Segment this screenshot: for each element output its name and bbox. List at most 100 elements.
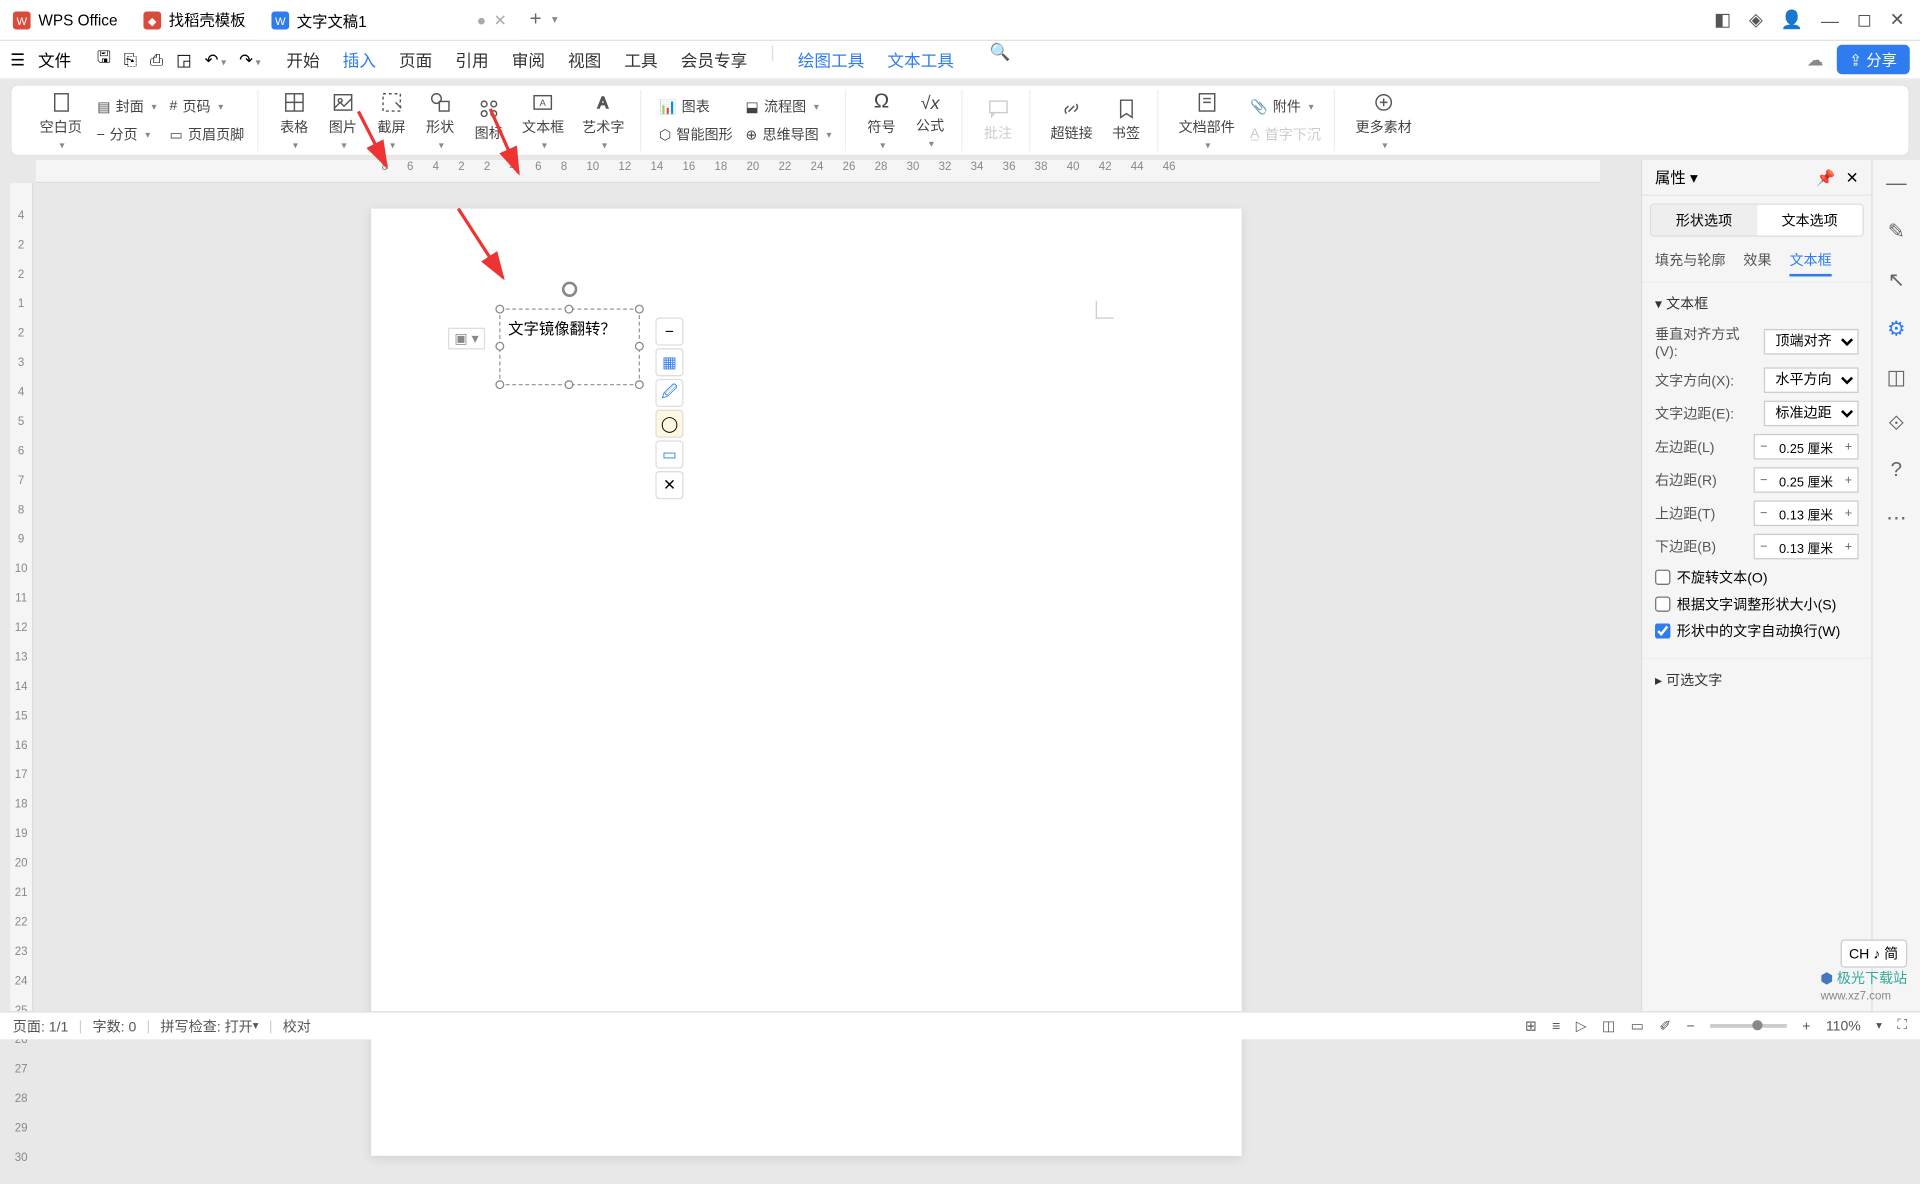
flowchart-button[interactable]: ⬓ 流程图 <box>740 93 836 119</box>
search-icon[interactable]: 🔍 <box>990 42 1011 77</box>
dropcap-button[interactable]: A̲ 首字下沉 <box>1245 122 1326 148</box>
right-margin-spinner[interactable]: −0.25 厘米+ <box>1754 467 1859 493</box>
textbox-button[interactable]: A文本框 <box>514 88 572 153</box>
eyedrop-icon[interactable]: ✐ <box>1659 1018 1671 1035</box>
word-count[interactable]: 字数: 0 <box>93 1016 137 1036</box>
cloud-icon[interactable]: ☁ <box>1807 49 1824 69</box>
table-button[interactable]: 表格 <box>271 88 317 153</box>
norotate-checkbox[interactable] <box>1655 570 1670 585</box>
float-shape-icon[interactable]: ◯ <box>655 410 683 438</box>
resize-handle[interactable] <box>635 305 644 314</box>
file-menu[interactable]: 文件 <box>38 47 71 71</box>
export-icon[interactable]: ⎘ <box>124 49 137 69</box>
chart-button[interactable]: 📊 图表 <box>654 93 738 119</box>
picture-button[interactable]: 图片 <box>320 88 366 153</box>
layout-badge[interactable]: ▣ ▾ <box>448 328 485 350</box>
blank-page-button[interactable]: 空白页 <box>32 88 90 153</box>
tab-menu-icon[interactable]: ▾ <box>552 13 558 27</box>
float-fill-icon[interactable]: ▦ <box>655 348 683 376</box>
comment-button[interactable]: 批注 <box>975 95 1021 146</box>
undo-icon[interactable]: ↶ <box>205 49 227 69</box>
section-textbox-title[interactable]: ▾ 文本框 <box>1655 293 1859 313</box>
top-margin-spinner[interactable]: −0.13 厘米+ <box>1754 500 1859 526</box>
resize-handle[interactable] <box>495 342 504 351</box>
close-panel-icon[interactable]: ✕ <box>1846 168 1859 186</box>
attachment-button[interactable]: 📎 附件 <box>1245 93 1326 119</box>
autofit-checkbox[interactable] <box>1655 596 1670 611</box>
new-tab-button[interactable]: + <box>519 8 551 31</box>
float-link-icon[interactable]: 🖉 <box>655 379 683 407</box>
resize-handle[interactable] <box>564 305 573 314</box>
formula-button[interactable]: √x公式 <box>907 89 953 152</box>
left-margin-spinner[interactable]: −0.25 厘米+ <box>1754 434 1859 460</box>
maximize-icon[interactable]: ◻ <box>1857 9 1872 31</box>
tab-tools[interactable]: 工具 <box>624 42 657 77</box>
more-materials-button[interactable]: 更多素材 <box>1348 88 1420 153</box>
float-minus-icon[interactable]: − <box>655 317 683 345</box>
ruler-icon[interactable]: ⟐ <box>1888 413 1904 436</box>
view-read-icon[interactable]: ▷ <box>1576 1018 1587 1035</box>
bottom-margin-spinner[interactable]: −0.13 厘米+ <box>1754 534 1859 560</box>
icon-button[interactable]: 图标 <box>466 95 512 146</box>
share-button[interactable]: ⇪ 分享 <box>1836 45 1909 74</box>
collapse-icon[interactable]: — <box>1886 173 1906 196</box>
docparts-button[interactable]: 文档部件 <box>1171 88 1243 153</box>
view-outline-icon[interactable]: ≡ <box>1552 1018 1560 1033</box>
margin-select[interactable]: 标准边距 <box>1764 401 1859 427</box>
tab-member[interactable]: 会员专享 <box>681 42 748 77</box>
settings-icon[interactable]: ⚙ <box>1887 316 1905 342</box>
edit-icon[interactable]: ✎ <box>1888 219 1905 245</box>
subtab-textbox[interactable]: 文本框 <box>1789 250 1831 277</box>
bookmark-button[interactable]: 书签 <box>1103 95 1149 146</box>
pagenum-button[interactable]: # 页码 <box>164 93 249 119</box>
close-icon[interactable]: ✕ <box>1890 9 1905 31</box>
view-print-icon[interactable]: ▭ <box>1631 1018 1644 1035</box>
cover-button[interactable]: ▤ 封面 <box>92 93 162 119</box>
help-icon[interactable]: ? <box>1891 460 1902 483</box>
horizontal-ruler[interactable]: 8642246810121416182022242628303234363840… <box>36 160 1600 183</box>
menu-icon[interactable]: ☰ <box>10 49 25 69</box>
zoom-level[interactable]: 110% <box>1826 1018 1861 1033</box>
vertical-ruler[interactable]: 4221234567891011121314151617181920212223… <box>10 183 33 1011</box>
window-copy-icon[interactable]: ◧ <box>1714 9 1731 31</box>
float-tools-icon[interactable]: ✕ <box>655 471 683 499</box>
fullscreen-icon[interactable]: ⛶ <box>1897 1018 1907 1035</box>
resize-handle[interactable] <box>564 380 573 389</box>
symbol-button[interactable]: Ω符号 <box>858 88 904 153</box>
hyperlink-button[interactable]: 超链接 <box>1043 95 1101 146</box>
proofing-status[interactable]: 校对 <box>283 1016 311 1036</box>
tab-view[interactable]: 视图 <box>568 42 601 77</box>
wordart-button[interactable]: A艺术字 <box>575 88 633 153</box>
select-icon[interactable]: ↖ <box>1888 268 1905 294</box>
pin-icon[interactable]: 📌 <box>1816 168 1835 186</box>
tab-review[interactable]: 审阅 <box>512 42 545 77</box>
textbox-content[interactable]: 文字镜像翻转？ <box>500 310 638 347</box>
float-screen-icon[interactable]: ▭ <box>655 440 683 468</box>
tab-document[interactable]: W 文字文稿1 ● ✕ <box>258 1 519 39</box>
print-icon[interactable]: ⎙ <box>150 49 163 69</box>
mindmap-button[interactable]: ⊕ 思维导图 <box>740 122 836 148</box>
pagebreak-button[interactable]: ⎯ 分页 <box>92 122 162 148</box>
valign-select[interactable]: 顶端对齐 <box>1764 329 1859 355</box>
view-web-icon[interactable]: ◫ <box>1602 1018 1615 1035</box>
direction-select[interactable]: 水平方向 <box>1764 367 1859 393</box>
ime-indicator[interactable]: CH ♪ 简 <box>1840 940 1907 968</box>
zoom-in-icon[interactable]: + <box>1802 1018 1810 1033</box>
smartart-button[interactable]: ⬡ 智能图形 <box>654 122 738 148</box>
text-box[interactable]: 文字镜像翻转？ <box>499 308 640 385</box>
tab-text-options[interactable]: 文本选项 <box>1757 205 1863 236</box>
redo-icon[interactable]: ↷ <box>239 49 261 69</box>
subtab-effect[interactable]: 效果 <box>1743 250 1771 277</box>
screenshot-button[interactable]: 截屏 <box>368 88 414 153</box>
resize-handle[interactable] <box>635 342 644 351</box>
wraptext-checkbox[interactable] <box>1655 623 1670 638</box>
layers-icon[interactable]: ◫ <box>1887 365 1906 391</box>
shape-button[interactable]: 形状 <box>417 88 463 153</box>
minimize-icon[interactable]: — <box>1821 10 1839 30</box>
preview-icon[interactable]: ◲ <box>176 49 192 69</box>
page-indicator[interactable]: 页面: 1/1 <box>13 1016 69 1036</box>
subtab-fill[interactable]: 填充与轮廓 <box>1655 250 1725 277</box>
tab-wps-office[interactable]: W WPS Office <box>0 1 130 39</box>
close-tab-icon[interactable]: ✕ <box>494 12 507 30</box>
resize-handle[interactable] <box>495 380 504 389</box>
